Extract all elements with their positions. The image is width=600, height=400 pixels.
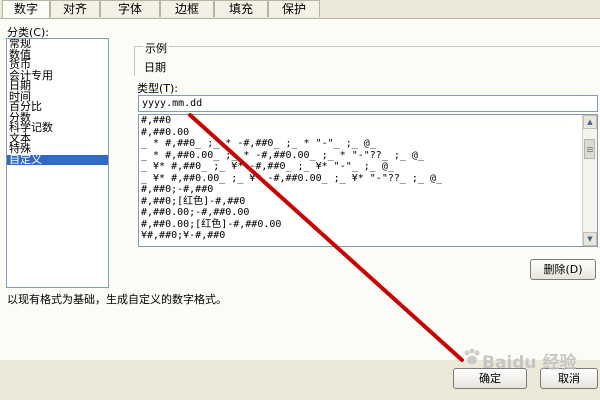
format-code-item[interactable]: _ ¥* #,##0.00_ ;_ ¥* -#,##0.00_ ;_ ¥* "-… xyxy=(139,173,597,185)
type-input[interactable]: yyyy.mm.dd xyxy=(138,95,598,112)
cancel-button[interactable]: 取消 xyxy=(540,368,598,389)
format-code-item[interactable]: #,##0.00;[红色]-#,##0.00 xyxy=(139,219,597,231)
scroll-up-arrow-icon[interactable]: ▲ xyxy=(583,115,597,129)
delete-button[interactable]: 删除(D) xyxy=(530,259,596,280)
description-text: 以现有格式为基础，生成自定义的数字格式。 xyxy=(7,293,227,306)
format-code-item[interactable]: _ * #,##0.00_ ;_ * -#,##0.00_ ;_ * "-"??… xyxy=(139,150,597,162)
format-code-item[interactable]: #,##0.00 xyxy=(139,127,597,139)
scroll-down-arrow-icon[interactable]: ▼ xyxy=(583,232,597,246)
grip-line xyxy=(587,147,593,148)
format-code-item[interactable]: #,##0;-#,##0 xyxy=(139,184,597,196)
format-list-scrollbar[interactable]: ▲ ▼ xyxy=(582,115,597,246)
tab-font[interactable]: 字体 xyxy=(100,0,160,17)
category-item-custom[interactable]: 自定义 xyxy=(7,154,108,165)
tab-label: 字体 xyxy=(117,2,142,16)
tab-label: 填充 xyxy=(228,2,253,16)
format-code-item[interactable]: _ ¥* #,##0_ ;_ ¥* -#,##0_ ;_ ¥* "-"_ ;_ … xyxy=(139,161,597,173)
tab-fill[interactable]: 填充 xyxy=(214,0,268,17)
sample-label: 示例 xyxy=(143,40,169,56)
type-label: 类型(T): xyxy=(137,82,179,95)
tab-protection[interactable]: 保护 xyxy=(268,0,320,17)
sample-group xyxy=(134,46,600,76)
tab-border[interactable]: 边框 xyxy=(160,0,214,17)
tab-label: 保护 xyxy=(281,2,306,16)
format-code-item[interactable]: _ * #,##0_ ;_ * -#,##0_ ;_ * "-"_ ;_ @_ xyxy=(139,138,597,150)
grip-line xyxy=(587,149,593,150)
tab-label: 边框 xyxy=(174,2,199,16)
grip-line xyxy=(587,151,593,152)
sample-value: 日期 xyxy=(144,61,166,74)
tab-alignment[interactable]: 对齐 xyxy=(50,0,100,17)
format-code-list[interactable]: #,##0 #,##0.00 _ * #,##0_ ;_ * -#,##0_ ;… xyxy=(138,114,598,247)
format-code-item[interactable]: ¥#,##0;¥-#,##0 xyxy=(139,230,597,242)
format-code-item[interactable]: #,##0;[红色]-#,##0 xyxy=(139,196,597,208)
ok-button[interactable]: 确定 xyxy=(453,368,527,389)
format-code-item[interactable]: #,##0 xyxy=(139,115,597,127)
tab-label: 对齐 xyxy=(62,2,87,16)
format-code-item[interactable]: #,##0.00;-#,##0.00 xyxy=(139,207,597,219)
tab-number[interactable]: 数字 xyxy=(2,0,50,19)
tab-label: 数字 xyxy=(13,2,38,16)
category-list[interactable]: 常规 数值 货币 会计专用 日期 时间 百分比 分数 科学记数 文本 特殊 自定… xyxy=(6,38,109,288)
scroll-thumb[interactable] xyxy=(584,139,595,159)
tab-strip: 数字 对齐 字体 边框 填充 保护 xyxy=(0,0,600,19)
